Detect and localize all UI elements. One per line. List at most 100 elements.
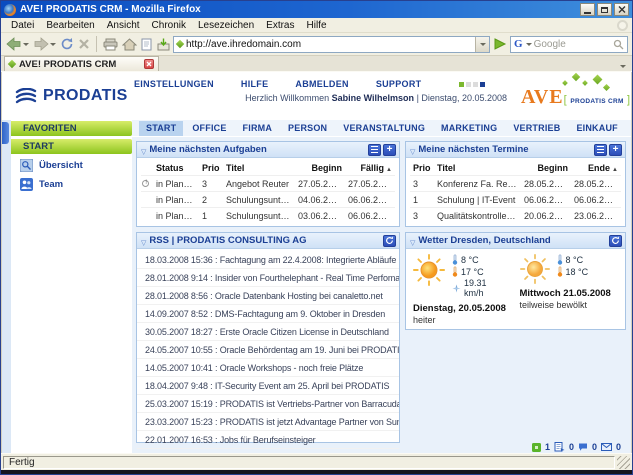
termin-row[interactable]: 3Qualitätskontrolle in Mannheim20.06.200…	[410, 208, 621, 224]
task-row[interactable]: in Planung3Angebot Reuter27.05.200827.05…	[141, 176, 395, 192]
forward-dropdown-icon[interactable]	[50, 43, 56, 46]
menu-datei[interactable]: Datei	[5, 19, 40, 32]
column-status[interactable]: Status	[153, 161, 199, 176]
home-button[interactable]	[121, 35, 138, 54]
column-prio[interactable]: Prio	[410, 161, 434, 176]
rss-item[interactable]: 24.05.2007 10:55 : Oracle Behördentag am…	[137, 341, 399, 359]
sidebar-item-team[interactable]: Team	[11, 173, 132, 192]
sidebar-item-uebersicht[interactable]: Übersicht	[11, 154, 132, 173]
rss-item[interactable]: 22.01.2007 16:53 : Jobs für Berufseinste…	[137, 431, 399, 449]
column-beginn[interactable]: Beginn	[295, 161, 345, 176]
forward-button[interactable]	[32, 35, 57, 54]
tab-person[interactable]: PERSON	[281, 121, 334, 136]
back-dropdown-icon[interactable]	[23, 43, 29, 46]
task-row[interactable]: in Planung2Schulungsunterlagen drucken04…	[141, 192, 395, 208]
termin-row[interactable]: 1Schulung | IT-Event06.06.200806.06.2008	[410, 192, 621, 208]
termine-panel-header[interactable]: Meine nächsten Termine	[406, 142, 625, 158]
rss-item[interactable]: 14.05.2007 10:41 : Oracle Workshops - no…	[137, 359, 399, 377]
rss-item[interactable]: 22.01.2007 13:44 : Neu bei Oracle: Enter…	[137, 449, 399, 453]
search-engine-dropdown-icon[interactable]	[526, 43, 532, 46]
header-link-einstellungen[interactable]: EINSTELLUNGEN	[134, 79, 214, 89]
header-link-hilfe[interactable]: HILFE	[241, 79, 269, 89]
column-ende[interactable]: Ende	[571, 161, 621, 176]
rss-item[interactable]: 28.01.2008 8:56 : Oracle Datenbank Hosti…	[137, 287, 399, 305]
rss-item[interactable]: 30.05.2007 18:27 : Erste Oracle Citizen …	[137, 323, 399, 341]
rss-item[interactable]: 28.01.2008 9:14 : Insider von Fourthelep…	[137, 269, 399, 287]
column-titel[interactable]: Titel	[434, 161, 521, 176]
close-button[interactable]	[614, 3, 629, 16]
column-titel[interactable]: Titel	[223, 161, 295, 176]
sidebar-collapse-handle[interactable]	[2, 122, 9, 144]
stop-button[interactable]	[77, 35, 91, 54]
url-bar[interactable]	[173, 36, 490, 53]
resize-grip[interactable]	[617, 456, 630, 469]
collapse-triangle-icon[interactable]	[409, 232, 418, 250]
column-beginn[interactable]: Beginn	[521, 161, 571, 176]
downloads-button[interactable]	[156, 35, 171, 54]
tasks-add-button[interactable]	[383, 144, 396, 156]
title-bar[interactable]: AVE! PRODATIS CRM - Mozilla Firefox	[1, 1, 632, 18]
url-input[interactable]	[186, 39, 472, 50]
rss-item[interactable]: 25.03.2007 15:19 : PRODATIS ist Vertrieb…	[137, 395, 399, 413]
rss-refresh-button[interactable]	[383, 235, 396, 247]
prodatis-logo[interactable]: PRODATIS	[2, 72, 134, 120]
menu-ansicht[interactable]: Ansicht	[101, 19, 146, 32]
tab-start[interactable]: START	[139, 121, 183, 136]
reload-button[interactable]	[59, 35, 75, 54]
weather-date: Dienstag, 20.05.2008	[413, 303, 514, 314]
menu-hilfe[interactable]: Hilfe	[301, 19, 333, 32]
url-history-dropdown[interactable]	[475, 37, 489, 52]
column-prio[interactable]: Prio	[199, 161, 223, 176]
go-button[interactable]	[492, 35, 508, 54]
menu-bearbeiten[interactable]: Bearbeiten	[40, 19, 100, 32]
menu-chronik[interactable]: Chronik	[146, 19, 192, 32]
sidebar-favoriten-header[interactable]: FAVORITEN	[11, 121, 132, 136]
collapse-triangle-icon[interactable]	[409, 141, 418, 159]
tab-vertrieb[interactable]: VERTRIEB	[506, 121, 567, 136]
weather-refresh-button[interactable]	[609, 235, 622, 247]
minimize-icon	[584, 12, 591, 14]
termine-list-button[interactable]	[594, 144, 607, 156]
minimize-button[interactable]	[580, 3, 595, 16]
tasks-panel-header[interactable]: Meine nächsten Aufgaben	[137, 142, 399, 158]
tab-produkte[interactable]: PRODUKTE	[627, 121, 632, 136]
collapse-triangle-icon[interactable]	[140, 141, 149, 159]
ave-logo: AVEPRODATIS CRM	[515, 72, 631, 120]
bookmark-page-button[interactable]	[140, 35, 154, 54]
tab-veranstaltung[interactable]: VERANSTALTUNG	[336, 121, 432, 136]
tab-firma[interactable]: FIRMA	[236, 121, 280, 136]
dashboard-content: Meine nächsten Aufgaben StatusPrioTitelB…	[132, 137, 631, 453]
search-bar[interactable]: G	[510, 36, 628, 53]
menu-lesezeichen[interactable]: Lesezeichen	[192, 19, 260, 32]
weather-panel-header[interactable]: Wetter Dresden, Deutschland	[406, 233, 625, 249]
menu-extras[interactable]: Extras	[260, 19, 300, 32]
online-indicator[interactable]	[532, 443, 541, 452]
task-row[interactable]: in Planung1Schulungsunterlagen aktua...0…	[141, 208, 395, 224]
tab-list-dropdown-icon[interactable]	[620, 65, 626, 68]
search-input[interactable]	[534, 39, 611, 50]
column-f-llig[interactable]: Fällig	[345, 161, 395, 176]
termin-row[interactable]: 3Konferenz Fa. Reuter28.05.200828.05.200…	[410, 176, 621, 192]
tab-einkauf[interactable]: EINKAUF	[569, 121, 624, 136]
tab-ave-prodatis-crm[interactable]: AVE! PRODATIS CRM	[4, 56, 159, 71]
sidebar-start-header[interactable]: START	[11, 139, 132, 154]
print-button[interactable]	[102, 35, 119, 54]
rss-item[interactable]: 14.09.2007 8:52 : DMS-Fachtagung am 9. O…	[137, 305, 399, 323]
maximize-button[interactable]	[597, 3, 612, 16]
header-link-abmelden[interactable]: ABMELDEN	[295, 79, 348, 89]
rss-item[interactable]: 18.04.2007 9:48 : IT-Security Event am 2…	[137, 377, 399, 395]
rss-panel-header[interactable]: RSS | PRODATIS CONSULTING AG	[137, 233, 399, 249]
tab-office[interactable]: OFFICE	[185, 121, 233, 136]
tasks-indicator[interactable]	[554, 442, 565, 452]
tab-marketing[interactable]: MARKETING	[434, 121, 504, 136]
back-button[interactable]	[5, 35, 30, 54]
collapse-triangle-icon[interactable]	[140, 232, 149, 250]
rss-item[interactable]: 23.03.2007 15:23 : PRODATIS ist jetzt Ad…	[137, 413, 399, 431]
tasks-list-button[interactable]	[368, 144, 381, 156]
header-link-support[interactable]: SUPPORT	[376, 79, 422, 89]
termine-add-button[interactable]	[609, 144, 622, 156]
tab-close-button[interactable]	[144, 59, 154, 69]
rss-item[interactable]: 18.03.2008 15:36 : Fachtagung am 22.4.20…	[137, 251, 399, 269]
mail-indicator[interactable]	[601, 443, 612, 451]
messages-indicator[interactable]	[578, 443, 588, 452]
